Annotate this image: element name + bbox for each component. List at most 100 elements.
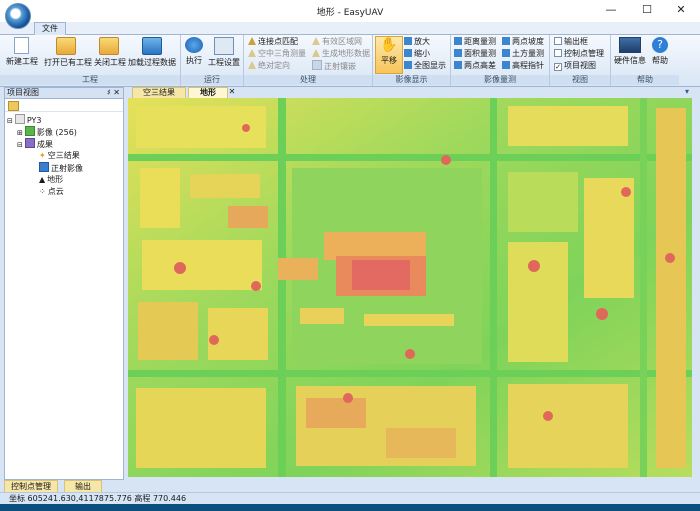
new-project-button[interactable]: 新建工程 xyxy=(6,37,38,73)
hand-icon: ✋ xyxy=(380,37,398,53)
pan-button[interactable]: ✋ 平移 xyxy=(375,36,403,74)
hardware-info-button[interactable]: 硬件信息 xyxy=(613,37,647,73)
pane-toolbar xyxy=(5,99,123,112)
zoom-in-button[interactable]: 放大 xyxy=(404,36,430,47)
close-project-label: 关闭工程 xyxy=(94,58,126,67)
load-data-icon xyxy=(142,37,162,55)
tree-item-orthophoto[interactable]: 正射影像 xyxy=(39,162,83,173)
tree-item-aerotriangulation[interactable]: ✦ 空三结果 xyxy=(39,150,80,161)
checkbox-unchecked-icon xyxy=(554,49,562,57)
help-button[interactable]: ? 帮助 xyxy=(649,37,671,73)
area-measure-button[interactable]: 面积量测 xyxy=(454,48,496,59)
group-project-label: 工程 xyxy=(0,75,180,85)
distance-measure-button[interactable]: 距离量测 xyxy=(454,36,496,47)
maximize-button[interactable]: ☐ xyxy=(630,0,664,22)
terrain-dsm-image xyxy=(128,98,692,477)
load-process-data-button[interactable]: 加载过程数据 xyxy=(128,37,176,73)
output-box-checkbox[interactable]: 输出框 xyxy=(554,36,588,47)
status-coordinates: 坐标 605241.630,4117875.776 高程 770.446 xyxy=(9,494,187,503)
zoom-out-button[interactable]: 缩小 xyxy=(404,48,430,59)
group-run-label: 运行 xyxy=(181,75,243,85)
ortho-mosaic-button[interactable]: 正射镶嵌 xyxy=(312,60,356,71)
group-help: 硬件信息 ? 帮助 帮助 xyxy=(611,35,679,86)
tree-item-images[interactable]: ⊞ 影像 (256) xyxy=(17,126,77,137)
execute-button[interactable]: 执行 xyxy=(183,37,205,73)
monitor-icon xyxy=(619,37,641,53)
project-settings-label: 工程设置 xyxy=(208,58,240,67)
new-project-icon xyxy=(13,37,29,54)
group-image-measure: 距离量测 面积量测 两点高差 两点坡度 土方量测 高程指针 影像量测 xyxy=(451,35,550,86)
absolute-orientation-button[interactable]: 绝对定向 xyxy=(248,60,290,71)
elevation-pointer-button[interactable]: 高程指针 xyxy=(502,60,544,71)
star-icon: ✦ xyxy=(39,151,46,160)
project-settings-button[interactable]: 工程设置 xyxy=(207,37,241,73)
tree-item-pointcloud[interactable]: ⁘ 点云 xyxy=(39,186,64,197)
height-diff-icon xyxy=(454,61,462,69)
project-view-title: 项目视图 xyxy=(7,88,39,97)
project-view-checkbox[interactable]: ✓ 项目视图 xyxy=(554,60,596,71)
warning-triangle-icon xyxy=(312,37,320,45)
document-tabs: 空三结果 地形 ✕ ▾ xyxy=(128,87,692,99)
ribbon-tab-row: 文件 xyxy=(0,22,700,35)
expand-icon: ⊞ xyxy=(17,129,23,137)
full-view-button[interactable]: 全图显示 xyxy=(404,60,446,71)
tree-item-terrain[interactable]: ▲ 地形 xyxy=(39,174,63,185)
open-folder-icon xyxy=(56,37,76,55)
generate-terrain-button[interactable]: 生成地形数据 xyxy=(312,48,370,59)
tab-list-dropdown-icon[interactable]: ▾ xyxy=(682,87,692,97)
warning-triangle-icon xyxy=(248,37,256,45)
group-run: 执行 工程设置 运行 xyxy=(181,35,244,86)
earthwork-measure-button[interactable]: 土方量测 xyxy=(502,48,544,59)
open-project-button[interactable]: 打开已有工程 xyxy=(44,37,92,73)
warning-triangle-icon xyxy=(312,49,320,57)
group-process: 连接点匹配 空中三角测量 绝对定向 有效区域网 生成地形数据 正射镶嵌 处理 xyxy=(244,35,373,86)
valid-area-button[interactable]: 有效区域网 xyxy=(312,36,362,47)
group-help-label: 帮助 xyxy=(611,75,679,85)
tab-file[interactable]: 文件 xyxy=(34,22,66,35)
checkbox-checked-icon: ✓ xyxy=(554,63,562,71)
pan-label: 平移 xyxy=(381,56,397,65)
zoom-out-icon xyxy=(404,49,412,57)
project-view-header: 项目视图 ♯ ✕ xyxy=(5,88,123,99)
warning-triangle-icon xyxy=(248,61,256,69)
elevation-icon xyxy=(502,61,510,69)
group-view-label: 视图 xyxy=(550,75,610,85)
zoom-in-icon xyxy=(404,37,412,45)
app-logo-icon[interactable] xyxy=(5,3,31,29)
close-project-button[interactable]: 关闭工程 xyxy=(94,37,126,73)
aerial-triangulation-button[interactable]: 空中三角测量 xyxy=(248,48,306,59)
title-bar: 地形 - EasyUAV — ☐ ✕ xyxy=(0,0,700,22)
open-project-label: 打开已有工程 xyxy=(44,58,92,67)
results-icon xyxy=(24,138,35,148)
collapse-icon: ⊟ xyxy=(7,117,13,125)
pointcloud-icon: ⁘ xyxy=(39,187,46,196)
tab-close-button[interactable]: ✕ xyxy=(226,87,238,97)
pane-pin-close-buttons[interactable]: ♯ ✕ xyxy=(107,88,120,98)
area-icon xyxy=(454,49,462,57)
tree-item-results[interactable]: ⊟ 成果 xyxy=(17,138,53,149)
help-question-icon: ? xyxy=(652,37,668,53)
minimize-button[interactable]: — xyxy=(594,0,628,22)
group-image-display: ✋ 平移 放大 缩小 全图显示 影像显示 xyxy=(373,35,451,86)
settings-icon xyxy=(214,37,234,55)
orthophoto-icon xyxy=(39,162,49,172)
execute-label: 执行 xyxy=(186,56,202,65)
height-diff-button[interactable]: 两点高差 xyxy=(454,60,496,71)
group-view: 输出框 控制点管理 ✓ 项目视图 视图 xyxy=(550,35,611,86)
play-icon xyxy=(185,37,203,53)
close-button[interactable]: ✕ xyxy=(664,0,698,22)
mosaic-icon xyxy=(312,60,322,70)
slope-icon xyxy=(502,37,510,45)
group-process-label: 处理 xyxy=(244,75,372,85)
terrain-map-view[interactable] xyxy=(128,98,692,477)
tie-point-match-button[interactable]: 连接点匹配 xyxy=(248,36,298,47)
refresh-icon[interactable] xyxy=(8,101,19,111)
project-view-pane: 项目视图 ♯ ✕ ⊟ PY3 ⊞ 影像 (256) ⊟ 成果 ✦ 空三结果 正射影像 ▲… xyxy=(4,87,124,480)
slope-measure-button[interactable]: 两点坡度 xyxy=(502,36,544,47)
control-point-checkbox[interactable]: 控制点管理 xyxy=(554,48,604,59)
tree-item-py3[interactable]: ⊟ PY3 xyxy=(7,114,42,125)
full-extent-icon xyxy=(404,61,412,69)
close-folder-icon xyxy=(99,37,119,55)
group-display-label: 影像显示 xyxy=(373,75,450,85)
ribbon: 新建工程 打开已有工程 关闭工程 加载过程数据 工程 执行 工程设置 运行 连接… xyxy=(0,35,700,87)
